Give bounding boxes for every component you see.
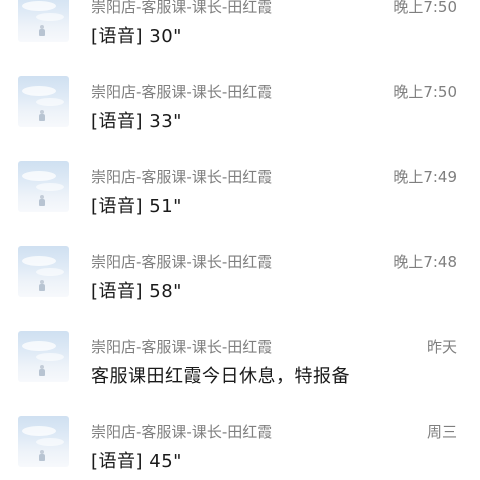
message-time: 晚上7:48 xyxy=(393,253,457,271)
conversation-item[interactable]: 崇阳店-客服课-课长-田红霞 周三 [语音] 45" xyxy=(0,398,480,480)
figure-decoration xyxy=(39,284,45,291)
avatar[interactable] xyxy=(18,0,69,42)
cloud-decoration xyxy=(22,256,56,266)
figure-decoration xyxy=(39,199,45,206)
message-time: 晚上7:50 xyxy=(393,83,457,101)
figure-decoration xyxy=(39,454,45,461)
cloud-decoration xyxy=(36,353,64,361)
conversation-item[interactable]: 崇阳店-客服课-课长-田红霞 晚上7:48 [语音] 58" xyxy=(0,228,480,313)
message-preview: 客服课田红霞今日休息，特报备 xyxy=(91,366,350,387)
cloud-decoration xyxy=(22,1,56,11)
contact-name: 崇阳店-客服课-课长-田红霞 xyxy=(91,168,273,186)
cloud-decoration xyxy=(36,438,64,446)
conversation-item[interactable]: 崇阳店-客服课-课长-田红霞 晚上7:50 [语音] 33" xyxy=(0,58,480,143)
figure-decoration xyxy=(39,369,45,376)
avatar[interactable] xyxy=(18,161,69,212)
contact-name: 崇阳店-客服课-课长-田红霞 xyxy=(91,0,273,16)
cloud-decoration xyxy=(36,268,64,276)
conversation-item[interactable]: 崇阳店-客服课-课长-田红霞 晚上7:49 [语音] 51" xyxy=(0,143,480,228)
cloud-decoration xyxy=(22,171,56,181)
contact-name: 崇阳店-客服课-课长-田红霞 xyxy=(91,253,273,271)
conversation-item[interactable]: 崇阳店-客服课-课长-田红霞 昨天 客服课田红霞今日休息，特报备 xyxy=(0,313,480,398)
message-preview: [语音] 58" xyxy=(91,281,182,302)
message-time: 周三 xyxy=(426,423,457,441)
conversation-list: 崇阳店-客服课-课长-田红霞 晚上7:50 [语音] 30" 崇阳店-客服课-课… xyxy=(0,0,480,480)
message-preview: [语音] 51" xyxy=(91,196,182,217)
contact-name: 崇阳店-客服课-课长-田红霞 xyxy=(91,423,273,441)
avatar[interactable] xyxy=(18,331,69,382)
message-time: 晚上7:50 xyxy=(393,0,457,16)
avatar[interactable] xyxy=(18,246,69,297)
cloud-decoration xyxy=(22,341,56,351)
contact-name: 崇阳店-客服课-课长-田红霞 xyxy=(91,83,273,101)
message-time: 晚上7:49 xyxy=(393,168,457,186)
conversation-item[interactable]: 崇阳店-客服课-课长-田红霞 晚上7:50 [语音] 30" xyxy=(0,0,480,58)
cloud-decoration xyxy=(36,183,64,191)
contact-name: 崇阳店-客服课-课长-田红霞 xyxy=(91,338,273,356)
figure-decoration xyxy=(39,114,45,121)
cloud-decoration xyxy=(36,13,64,21)
figure-decoration xyxy=(39,29,45,36)
avatar[interactable] xyxy=(18,416,69,467)
message-time: 昨天 xyxy=(426,338,457,356)
cloud-decoration xyxy=(22,426,56,436)
message-preview: [语音] 33" xyxy=(91,111,182,132)
cloud-decoration xyxy=(36,98,64,106)
message-preview: [语音] 30" xyxy=(91,26,182,47)
cloud-decoration xyxy=(22,86,56,96)
avatar[interactable] xyxy=(18,76,69,127)
message-preview: [语音] 45" xyxy=(91,451,182,472)
